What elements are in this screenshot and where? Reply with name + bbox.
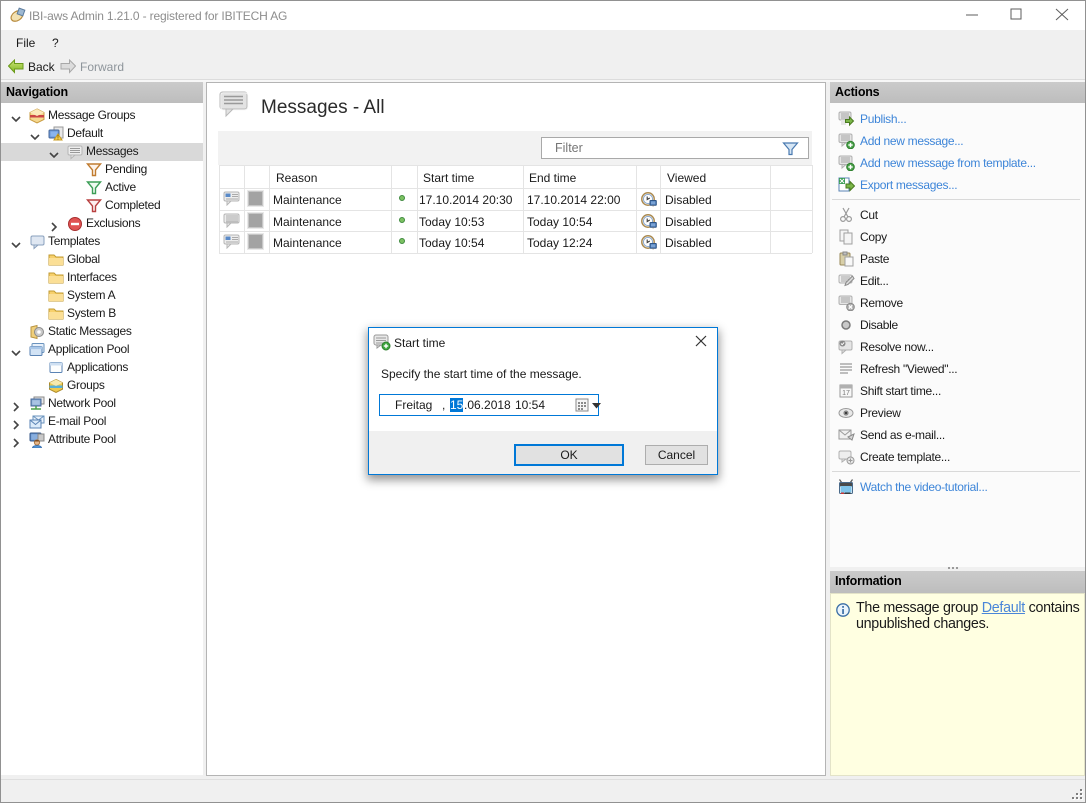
- svg-text:17: 17: [842, 390, 850, 397]
- svg-text:!: !: [57, 136, 59, 142]
